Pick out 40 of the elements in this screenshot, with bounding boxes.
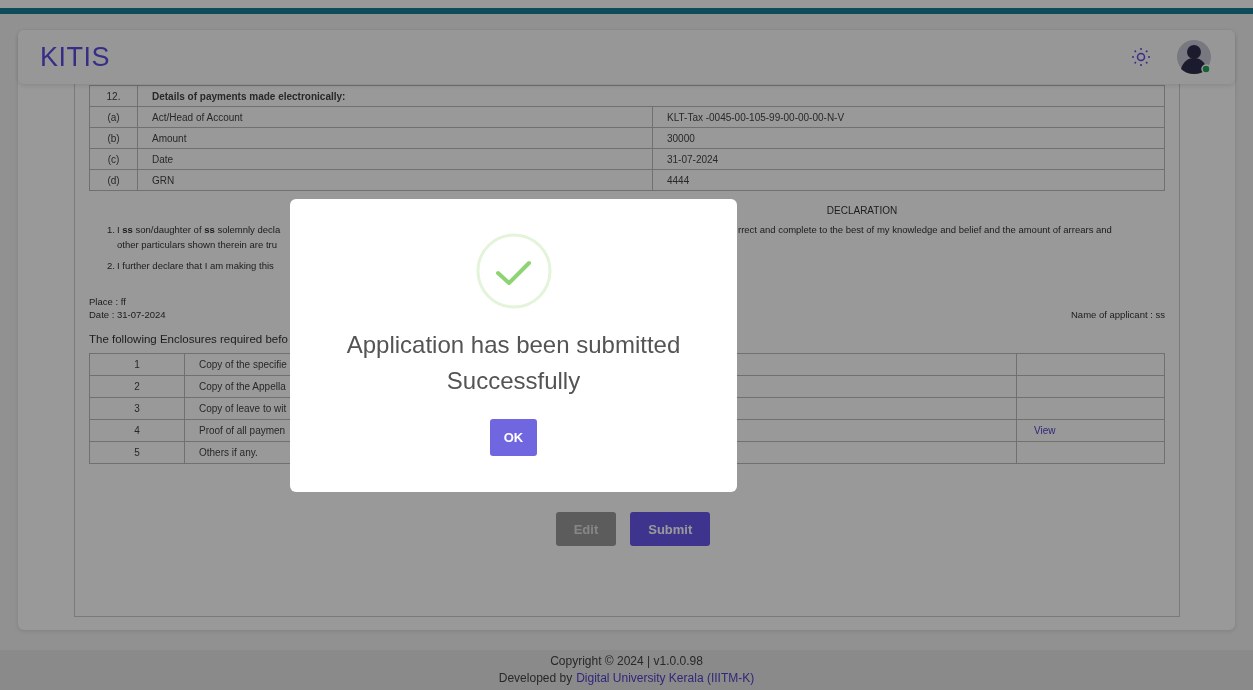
submit-button[interactable]: Submit — [630, 512, 711, 546]
place-text: Place : ff — [89, 295, 127, 308]
table-cell: KLT-Tax -0045-00-105-99-00-00-00-N-V — [652, 106, 1165, 128]
table-cell: (a) — [89, 106, 138, 128]
table-cell: 1 — [89, 353, 185, 376]
table-cell: Act/Head of Account — [137, 106, 653, 128]
table-cell: 5 — [89, 441, 185, 464]
declaration-text: other particulars shown therein are tru — [117, 238, 278, 252]
table-cell: Amount — [137, 127, 653, 149]
table-cell: 2 — [89, 375, 185, 398]
table-cell: Details of payments made electronically: — [137, 85, 1165, 107]
table-cell: 31-07-2024 — [652, 148, 1165, 170]
view-link[interactable]: View — [1034, 425, 1056, 436]
table-cell: (c) — [89, 148, 138, 170]
list-number: 2. — [107, 259, 116, 273]
table-cell: (d) — [89, 169, 138, 191]
table-cell: 3 — [89, 397, 185, 420]
copyright-text: Copyright © 2024 | v1.0.0.98 — [550, 653, 703, 670]
table-cell: 12. — [89, 85, 138, 107]
table-cell: (b) — [89, 127, 138, 149]
applicant-text: Name of applicant : ss — [1071, 308, 1165, 321]
section-heading: DECLARATION — [825, 205, 899, 216]
date-text: Date : 31-07-2024 — [89, 308, 166, 321]
table-cell: GRN — [137, 169, 653, 191]
declaration-text: rrect and complete to the best of my knowledge and belief and the amount of arrears and — [738, 223, 1112, 237]
avatar-icon[interactable] — [1177, 40, 1211, 74]
declaration-text: I further declare that I am making this — [117, 259, 275, 273]
table-cell: Date — [137, 148, 653, 170]
sun-icon[interactable] — [1131, 47, 1151, 67]
declaration-text: I ss son/daughter of ss solemnly decla — [117, 223, 282, 237]
logo[interactable]: KITIS — [40, 41, 110, 73]
ok-button[interactable]: OK — [489, 418, 538, 456]
developer-text: Developed by — [498, 670, 573, 687]
enclosures-text: The following Enclosures required befo — [89, 333, 288, 345]
list-number: 1. — [107, 223, 116, 237]
success-check-icon — [475, 232, 552, 309]
developer-link[interactable]: Digital University Kerala (IIITM-K) — [576, 670, 755, 687]
table-cell: 30000 — [652, 127, 1165, 149]
table-cell: 4444 — [652, 169, 1165, 191]
table-cell: 4 — [89, 419, 185, 442]
